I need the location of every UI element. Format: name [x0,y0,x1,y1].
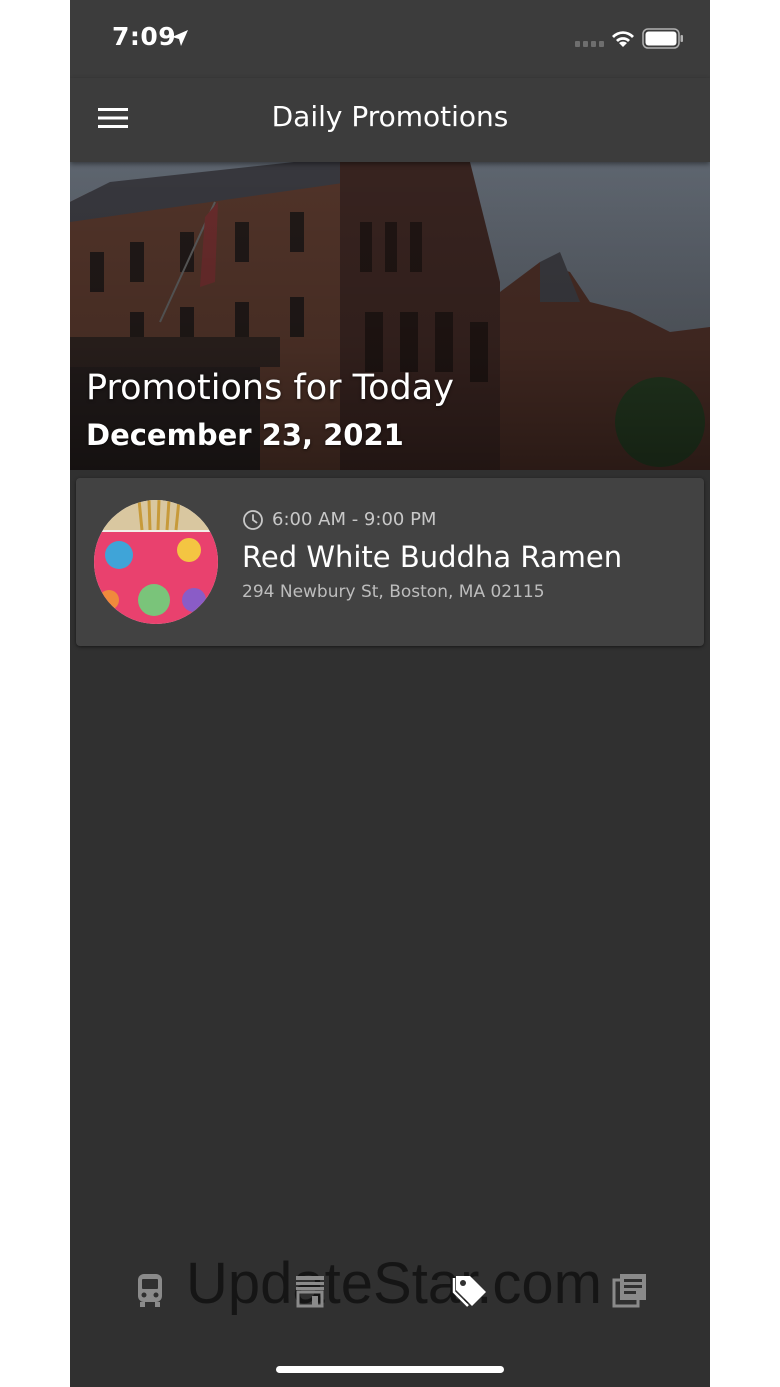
location-arrow-icon [172,30,188,46]
bottom-navigation [70,1255,710,1325]
status-time: 7:09 [112,22,177,51]
storefront-icon[interactable] [290,1270,330,1310]
page-title: Daily Promotions [271,100,509,133]
home-indicator[interactable] [276,1366,504,1373]
status-bar: 7:09 [70,0,710,78]
hero-title: Promotions for Today [86,368,454,408]
wifi-icon [612,31,634,47]
restaurant-address: 294 Newbury St, Boston, MA 02115 [242,582,545,602]
clock-icon [243,510,263,530]
train-icon[interactable] [130,1270,170,1310]
battery-icon [642,28,683,49]
tag-icon[interactable] [450,1270,490,1310]
hero-banner: Promotions for Today December 23, 2021 [70,162,710,470]
promotion-card[interactable]: 6:00 AM - 9:00 PM Red White Buddha Ramen… [76,478,704,646]
app-screen: 7:09 Daily Promotions Promotions for Tod… [70,0,710,1387]
restaurant-avatar [94,500,218,624]
news-library-icon[interactable] [610,1270,650,1310]
restaurant-name: Red White Buddha Ramen [242,540,623,574]
hero-date: December 23, 2021 [86,418,404,452]
app-bar: Daily Promotions [70,78,710,162]
cellular-signal-icon [575,41,604,47]
promotion-hours: 6:00 AM - 9:00 PM [272,509,437,530]
